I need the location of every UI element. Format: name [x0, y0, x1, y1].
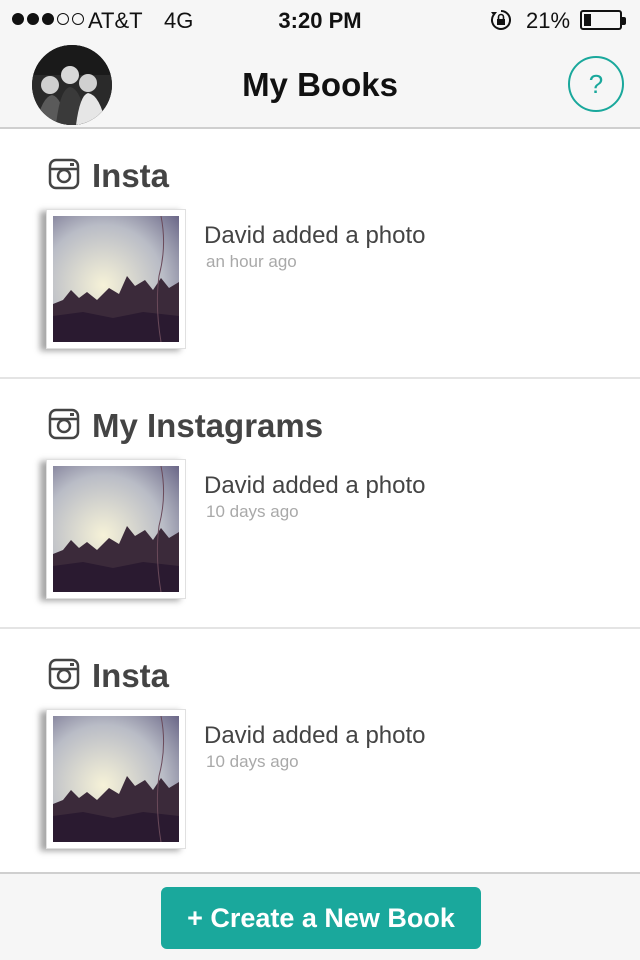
photo-thumbnail[interactable] [46, 209, 186, 349]
help-button[interactable]: ? [568, 56, 624, 112]
book-title: Insta [92, 657, 170, 694]
orientation-lock-icon [491, 10, 511, 30]
book-card[interactable]: Insta David added a photo an hour ago [0, 129, 640, 379]
activity-timestamp: an hour ago [206, 252, 297, 271]
nav-bar: My Books ? [0, 40, 640, 129]
activity-text: David added a photo [204, 722, 426, 749]
activity-timestamp: 10 days ago [206, 752, 299, 771]
status-bar: AT&T 4G 3:20 PM 21% [0, 0, 640, 40]
book-list: Insta David added a photo an hour ago My… [0, 129, 640, 879]
book-card[interactable]: My Instagrams David added a photo 10 day… [0, 379, 640, 629]
book-title: My Instagrams [92, 407, 324, 444]
battery-level-fill [584, 14, 591, 26]
book-card[interactable]: Insta David added a photo 10 days ago [0, 629, 640, 879]
battery-percent: 21% [526, 8, 571, 33]
activity-text: David added a photo [204, 472, 426, 499]
instagram-icon [48, 158, 80, 190]
create-new-book-button[interactable]: + Create a New Book [161, 887, 481, 949]
photo-thumbnail[interactable] [46, 459, 186, 599]
instagram-icon [48, 408, 80, 440]
battery-icon [580, 10, 626, 30]
page-title: My Books [242, 66, 398, 103]
photo-image [53, 216, 179, 342]
activity-text: David added a photo [204, 222, 426, 249]
instagram-icon [48, 658, 80, 690]
book-title: Insta [92, 157, 170, 194]
photo-image [53, 466, 179, 592]
photo-image [53, 716, 179, 842]
photo-thumbnail[interactable] [46, 709, 186, 849]
activity-timestamp: 10 days ago [206, 502, 299, 521]
bottom-toolbar: + Create a New Book [0, 872, 640, 960]
